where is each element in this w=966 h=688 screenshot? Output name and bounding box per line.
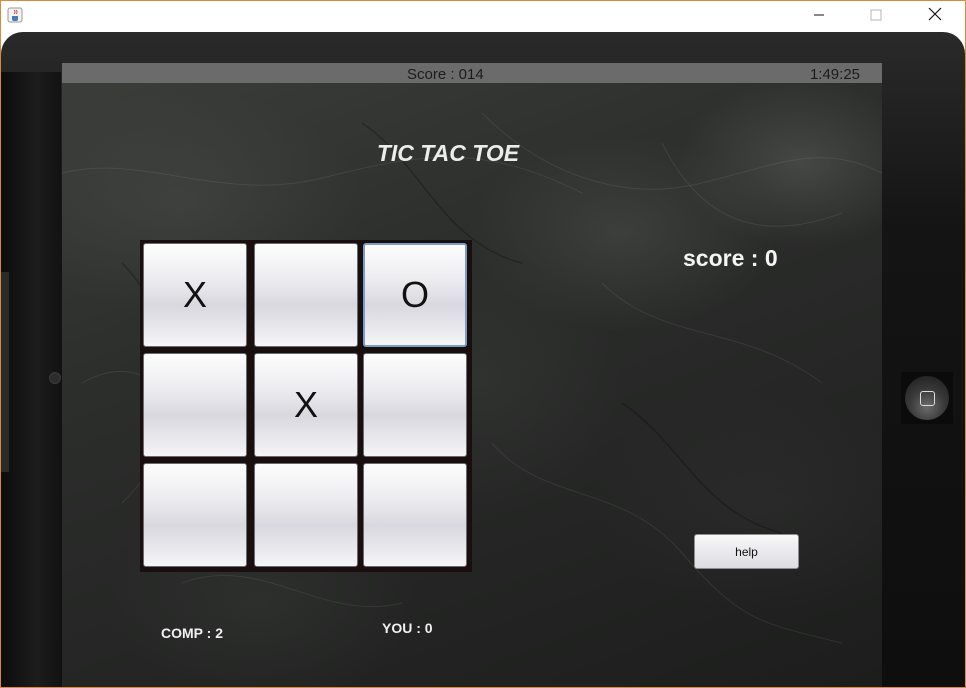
game-board: X O X: [140, 240, 472, 572]
java-cup-icon: [7, 7, 23, 23]
game-title: TIC TAC TOE: [376, 140, 520, 166]
player-score-label: score : 0: [683, 245, 778, 271]
status-clock: 1:49:25: [809, 66, 860, 83]
game-screen: Score : 014 1:49:25 TIC TAC TOE X O X sc…: [62, 63, 882, 687]
home-button-icon: [905, 376, 949, 420]
board-cell-r2-c3[interactable]: [363, 353, 467, 457]
stone-background: TIC TAC TOE X O X score : 0 help COMP : …: [62, 83, 882, 687]
board-cell-r2-c1[interactable]: [143, 353, 247, 457]
close-icon: [928, 7, 942, 26]
home-button[interactable]: [901, 372, 953, 424]
board-cell-r1-c2[interactable]: [254, 243, 358, 347]
close-button[interactable]: [912, 1, 958, 32]
status-bar: Score : 014 1:49:25: [62, 63, 882, 83]
home-square-icon: [919, 390, 935, 406]
app-window: Score : 014 1:49:25 TIC TAC TOE X O X sc…: [0, 0, 966, 688]
board-cell-r3-c1[interactable]: [143, 463, 247, 567]
title-bar: [1, 1, 965, 32]
computer-score: COMP : 2: [161, 625, 223, 641]
minimize-icon: [813, 8, 825, 26]
board-cell-r1-c1[interactable]: X: [143, 243, 247, 347]
board-cell-r1-c3[interactable]: O: [363, 243, 467, 347]
your-score: YOU : 0: [382, 620, 433, 636]
maximize-icon: [870, 8, 882, 26]
status-score: Score : 014: [407, 66, 484, 83]
tablet-side-button: [1, 272, 9, 472]
board-cell-r3-c2[interactable]: [254, 463, 358, 567]
minimize-button[interactable]: [796, 1, 842, 32]
maximize-button[interactable]: [853, 1, 899, 32]
camera-icon: [49, 372, 61, 384]
board-cell-r2-c2[interactable]: X: [254, 353, 358, 457]
help-button[interactable]: help: [694, 534, 799, 569]
board-cell-r3-c3[interactable]: [363, 463, 467, 567]
